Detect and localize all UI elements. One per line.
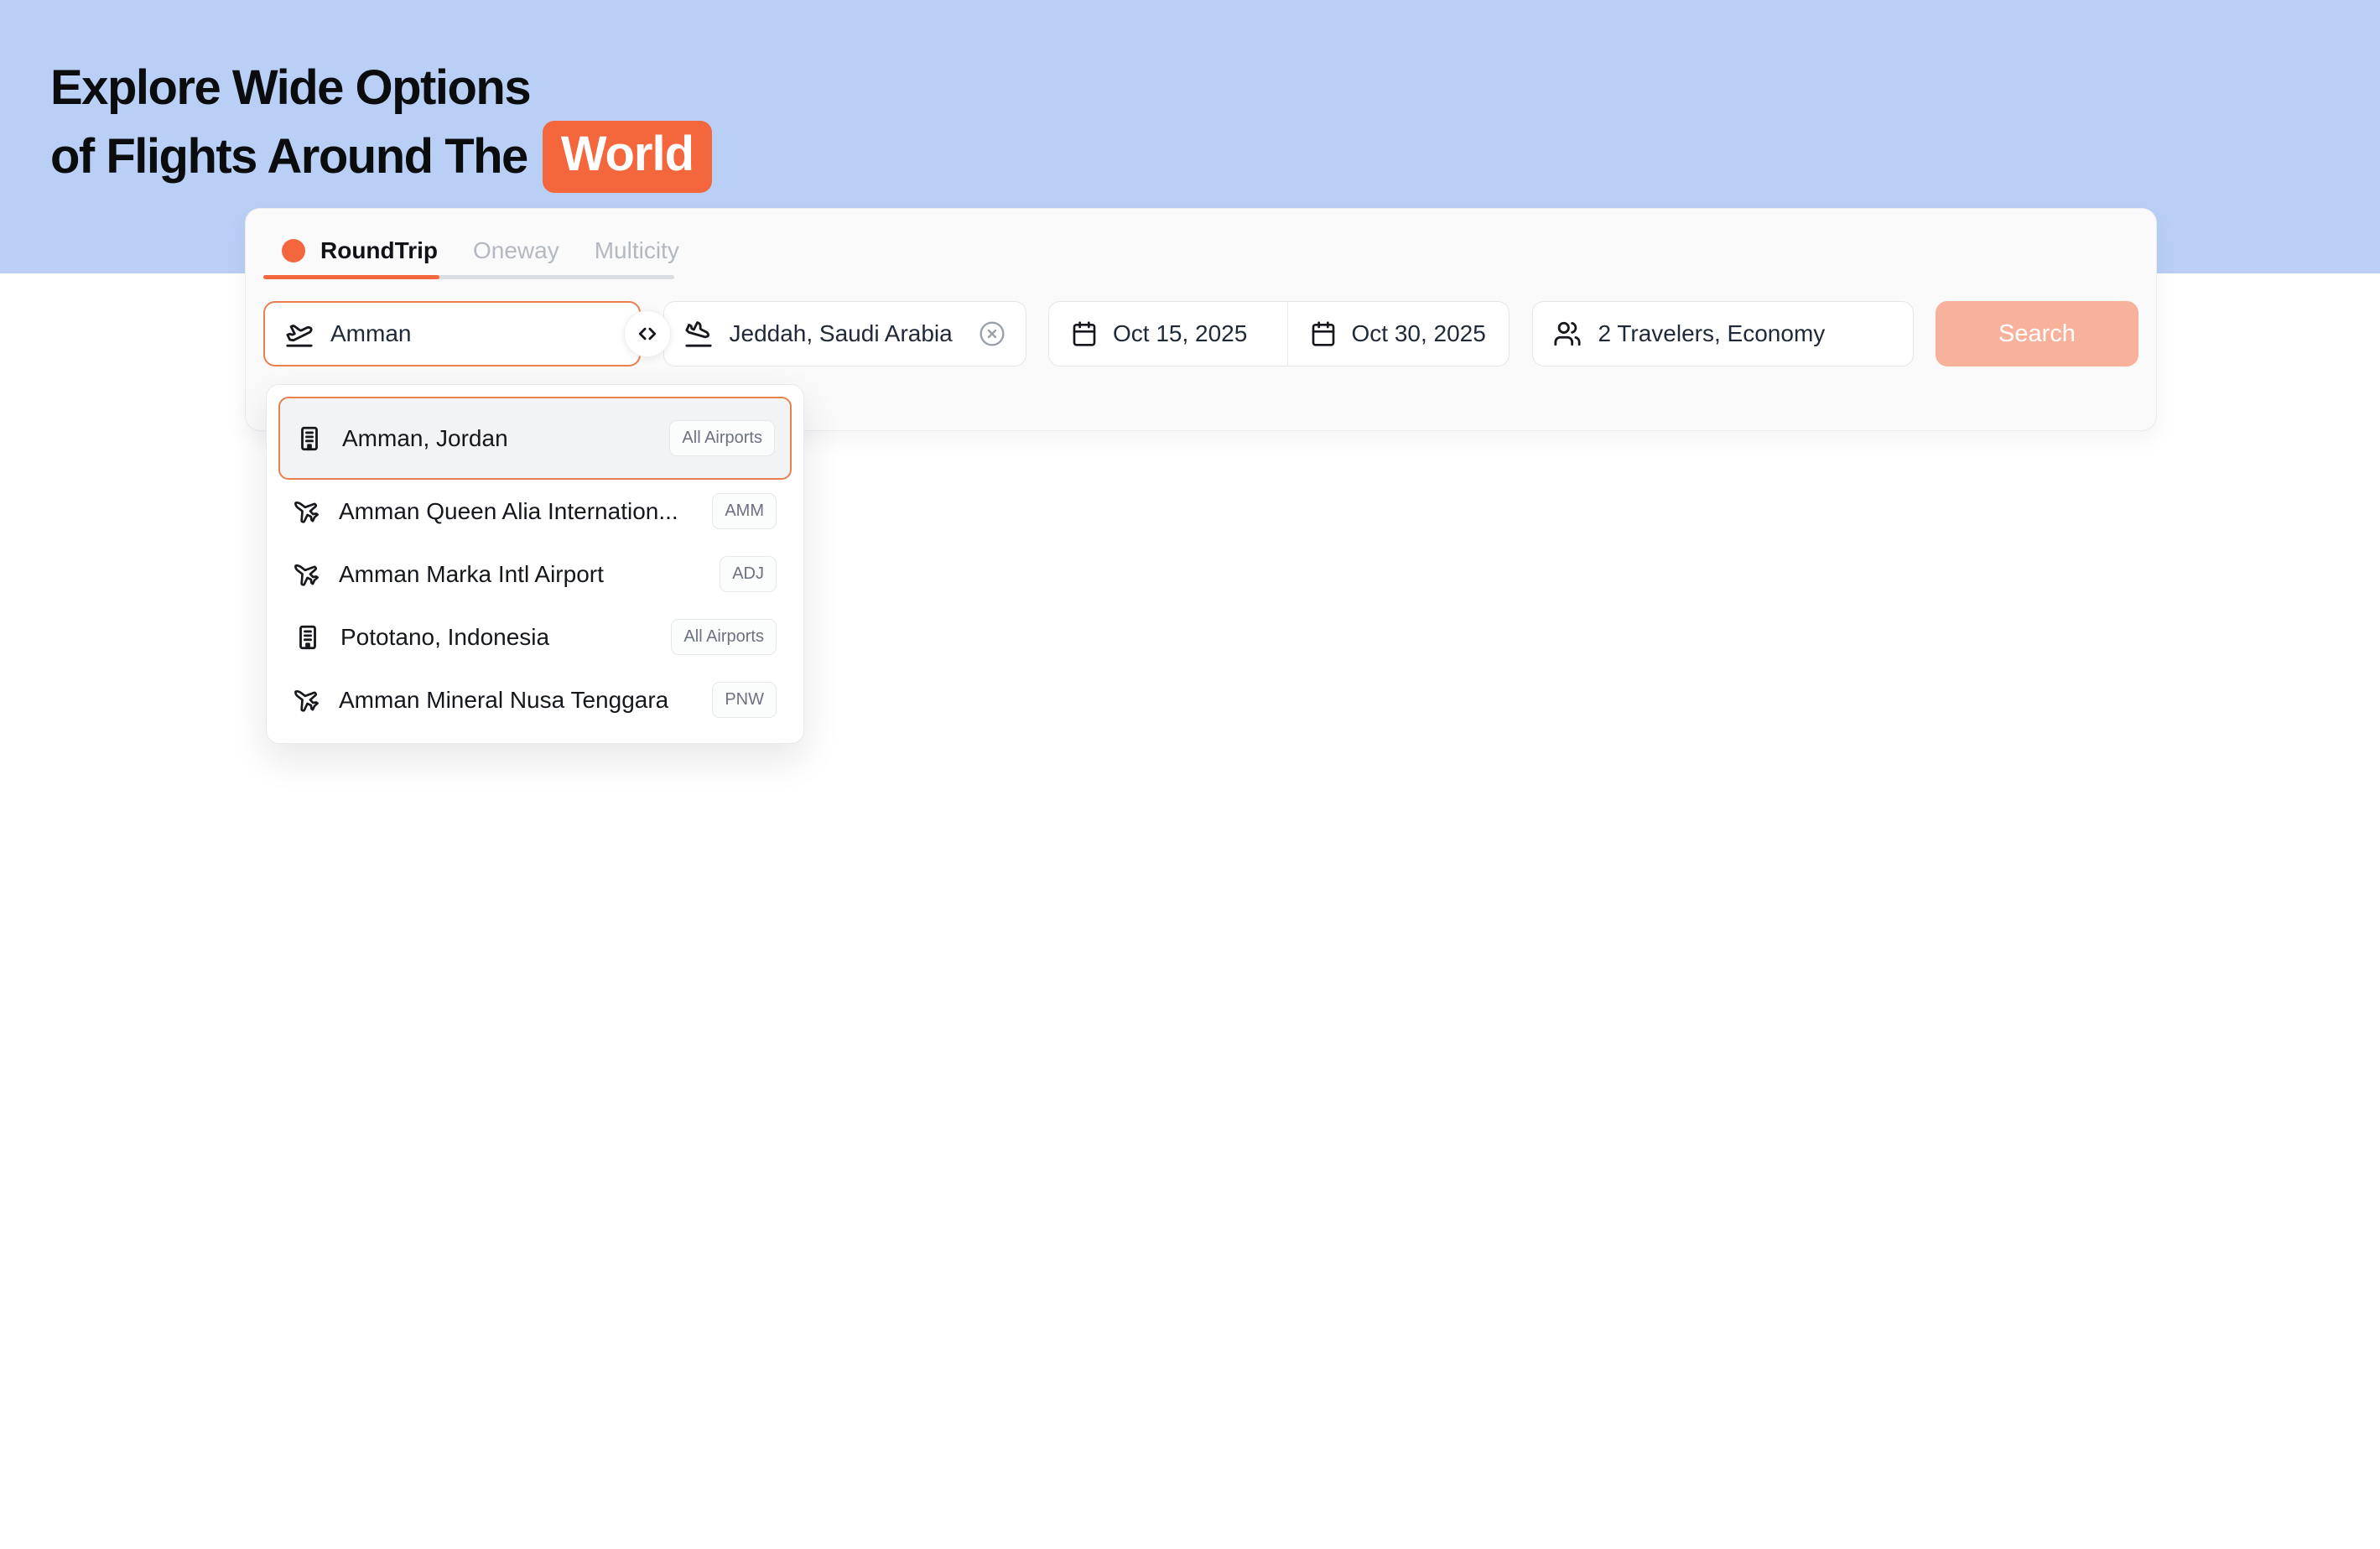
calendar-icon — [1310, 320, 1337, 347]
return-date-value: Oct 30, 2025 — [1352, 320, 1486, 347]
destination-input[interactable]: Jeddah, Saudi Arabia — [663, 301, 1026, 366]
plane-landing-icon — [684, 320, 713, 348]
title-highlight-badge: World — [543, 121, 712, 193]
depart-date-value: Oct 15, 2025 — [1113, 320, 1247, 347]
suggestion-code-badge: All Airports — [669, 420, 775, 456]
airplane-icon — [292, 496, 322, 526]
suggestion-amman-mineral[interactable]: Amman Mineral Nusa Tenggara PNW — [278, 668, 792, 731]
suggestion-name: Amman Marka Intl Airport — [339, 561, 604, 588]
suggestion-code-badge: AMM — [712, 493, 777, 529]
return-date-input[interactable]: Oct 30, 2025 — [1287, 302, 1510, 366]
origin-value: Amman — [330, 320, 411, 347]
suggestion-pototano[interactable]: Pototano, Indonesia All Airports — [278, 606, 792, 668]
suggestion-name: Pototano, Indonesia — [340, 624, 549, 651]
suggestion-code-badge: All Airports — [671, 619, 777, 655]
airport-suggestions-dropdown: Amman, Jordan All Airports Amman Queen A… — [266, 384, 804, 744]
suggestion-code-badge: PNW — [712, 682, 777, 718]
trip-type-tabs: RoundTrip Oneway Multicity — [282, 237, 679, 264]
depart-date-input[interactable]: Oct 15, 2025 — [1049, 302, 1271, 366]
search-fields-row: Amman Jeddah, S — [263, 301, 2138, 366]
tab-multicity[interactable]: Multicity — [595, 237, 679, 264]
suggestion-code-badge: ADJ — [720, 556, 777, 592]
tab-oneway-label: Oneway — [473, 237, 559, 264]
search-button[interactable]: Search — [1936, 301, 2138, 366]
travelers-icon — [1553, 320, 1582, 348]
travelers-class-input[interactable]: 2 Travelers, Economy — [1532, 301, 1914, 366]
swap-chevrons-icon — [636, 322, 659, 346]
suggestion-queen-alia[interactable]: Amman Queen Alia Internation... AMM — [278, 480, 792, 543]
city-building-icon — [295, 424, 324, 453]
flight-search-page: Explore Wide Options of Flights Around T… — [0, 0, 2380, 1549]
page-title-line2: of Flights Around The — [50, 124, 527, 190]
tab-oneway[interactable]: Oneway — [473, 237, 559, 264]
calendar-icon — [1071, 320, 1098, 347]
clear-destination-button[interactable] — [979, 320, 1006, 347]
city-building-icon — [294, 623, 322, 652]
origin-input[interactable]: Amman — [263, 301, 641, 366]
tabs-track — [263, 275, 674, 279]
swap-airports-button[interactable] — [624, 310, 671, 357]
suggestion-marka-intl[interactable]: Amman Marka Intl Airport ADJ — [278, 543, 792, 606]
date-range-field: Oct 15, 2025 Oct 30, 2025 — [1048, 301, 1510, 366]
suggestion-name: Amman Mineral Nusa Tenggara — [339, 687, 668, 714]
tab-roundtrip[interactable]: RoundTrip — [282, 237, 438, 264]
active-tab-indicator — [263, 275, 439, 279]
page-title: Explore Wide Options of Flights Around T… — [50, 55, 712, 193]
active-tab-dot-icon — [282, 239, 305, 262]
tab-roundtrip-label: RoundTrip — [320, 237, 438, 264]
destination-value: Jeddah, Saudi Arabia — [730, 320, 953, 347]
page-title-line1: Explore Wide Options — [50, 55, 712, 121]
tab-multicity-label: Multicity — [595, 237, 679, 264]
airplane-icon — [292, 559, 322, 589]
suggestion-name: Amman Queen Alia Internation... — [339, 498, 678, 525]
airplane-icon — [292, 684, 322, 715]
suggestion-name: Amman, Jordan — [342, 425, 508, 452]
plane-takeoff-icon — [285, 320, 314, 348]
suggestion-amman-jordan[interactable]: Amman, Jordan All Airports — [278, 397, 792, 480]
travelers-value: 2 Travelers, Economy — [1598, 320, 1826, 347]
